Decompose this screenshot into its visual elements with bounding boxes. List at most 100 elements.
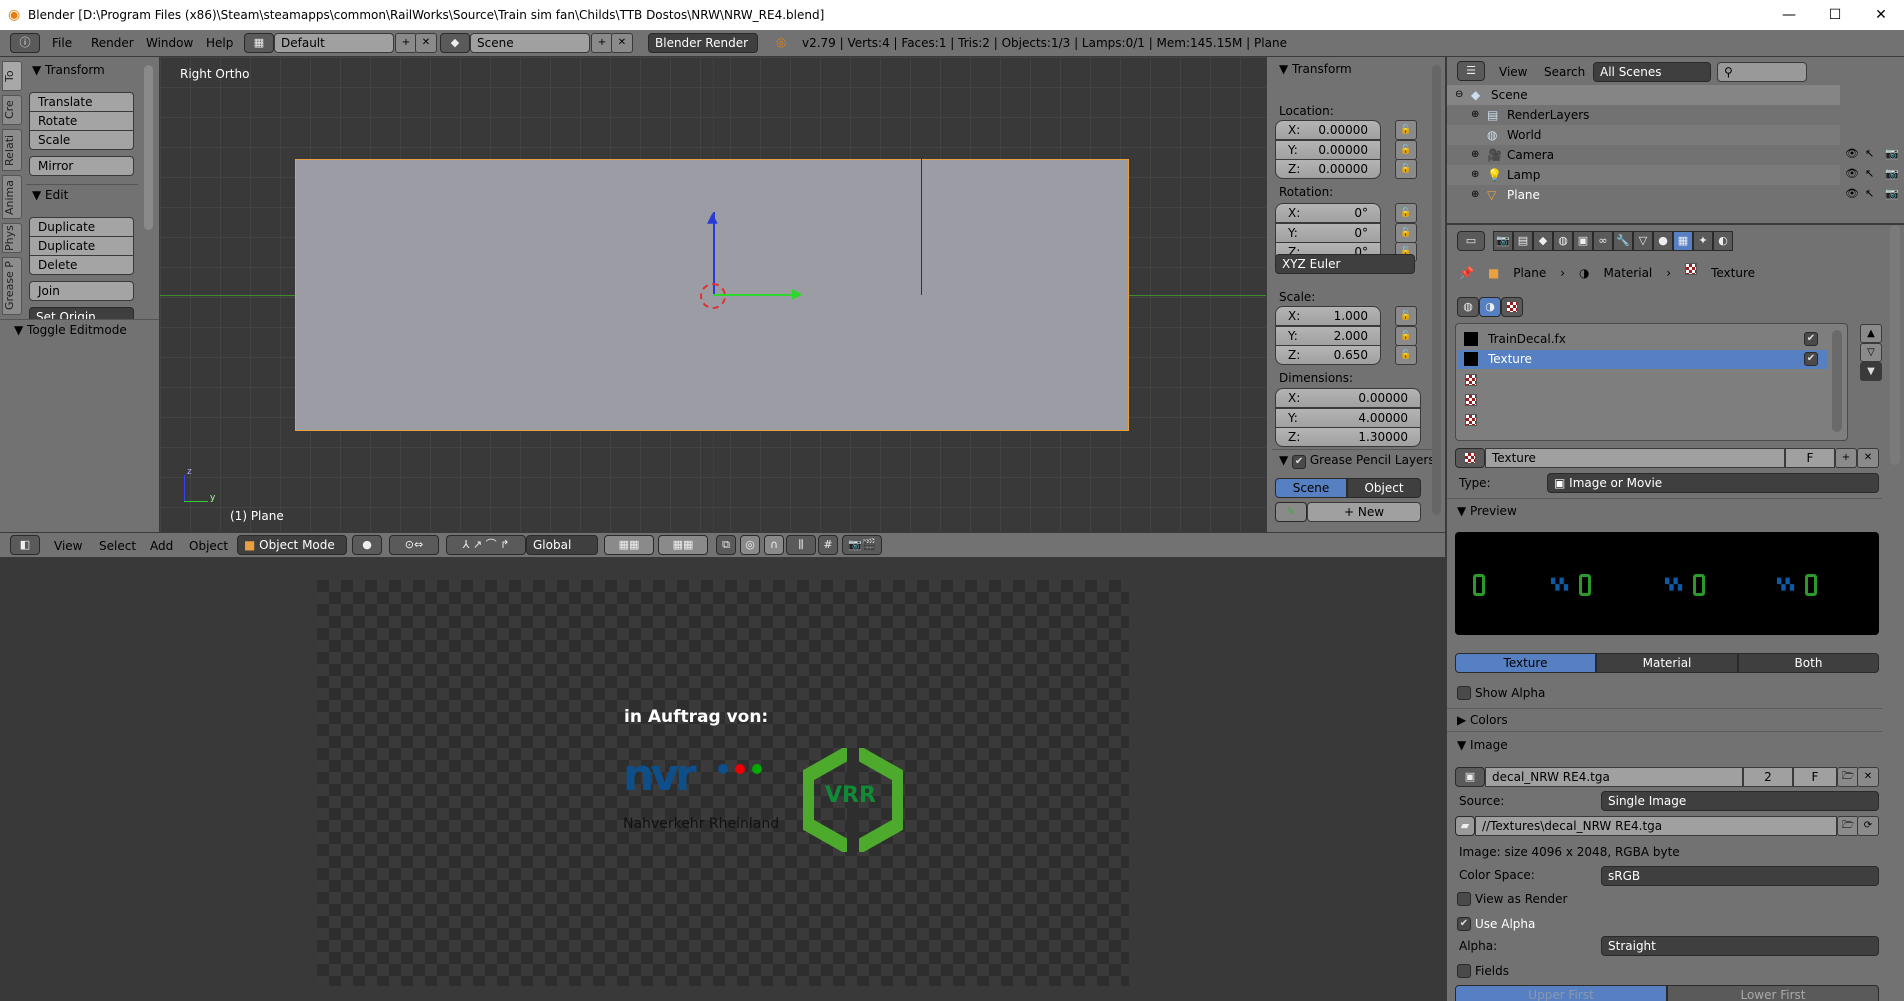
expand-icon[interactable]: ⊕	[1471, 105, 1479, 125]
duplicate-linked-button[interactable]: Duplicate Linked	[29, 236, 134, 271]
screen-layout-icon[interactable]: ▦	[244, 33, 274, 53]
editor-type-info-icon[interactable]: ⓘ	[10, 33, 40, 53]
n-transform-header[interactable]: ▼ Transform	[1279, 59, 1352, 79]
texture-fake-user-button[interactable]: F	[1785, 448, 1835, 468]
slot-specials-button[interactable]: ▼	[1860, 362, 1882, 381]
tool-tab-4[interactable]: Phys	[2, 223, 22, 253]
set-origin-dropdown[interactable]: Set Origin	[29, 307, 134, 319]
properties-tab-object-icon[interactable]: ▣	[1573, 231, 1593, 251]
menu-view[interactable]: View	[54, 533, 82, 559]
material-texture-tab[interactable]: ◑	[1479, 297, 1501, 317]
3d-cursor-icon[interactable]	[700, 283, 726, 309]
tool-tab-2[interactable]: Relati	[2, 129, 22, 171]
properties-tab-constraints-icon[interactable]: ∞	[1593, 231, 1613, 251]
layers-block-1[interactable]: ▦▦	[604, 535, 654, 555]
image-editor[interactable]: in Auftrag von: nvr Nahverkehr Rheinland…	[0, 558, 1445, 1001]
grease-scene-tab[interactable]: Scene	[1275, 478, 1347, 498]
world-texture-tab[interactable]: ◍	[1457, 297, 1479, 317]
preview-both-tab[interactable]: Both	[1738, 653, 1879, 673]
collapse-icon[interactable]: ⊖	[1455, 85, 1463, 105]
tool-shelf-scrollbar[interactable]	[144, 65, 153, 230]
alpha-mode-dropdown[interactable]: Straight	[1601, 936, 1879, 956]
reload-image-icon[interactable]: ⟳	[1857, 816, 1879, 836]
manipulator-icons[interactable]: ⅄ ↗ ⌒ ↱	[446, 535, 526, 555]
location-lock-icon[interactable]: 🔓	[1395, 120, 1417, 140]
pivot-point-icon[interactable]: ⊙⇔	[389, 535, 439, 555]
properties-tab-particles-icon[interactable]: ✦	[1693, 231, 1713, 251]
scene-icon[interactable]: ◆	[440, 33, 470, 53]
outliner-item-renderlayers[interactable]: ⊕ ▤ RenderLayers	[1447, 105, 1840, 125]
mode-dropdown[interactable]: ■ Object Mode	[237, 535, 347, 555]
slot-enabled-checkbox[interactable]: ✔	[1804, 332, 1818, 346]
properties-tab-render-icon[interactable]: 📷	[1493, 231, 1513, 251]
editor-type-outliner-icon[interactable]: ☰	[1457, 61, 1485, 81]
scale-button[interactable]: Scale	[29, 130, 134, 150]
snap-target-icon[interactable]: #	[818, 535, 838, 555]
use-alpha-checkbox[interactable]: ✔	[1457, 917, 1471, 931]
visibility-eye-icon[interactable]: 👁	[1845, 167, 1859, 180]
expand-icon[interactable]: ⊕	[1471, 185, 1479, 205]
translate-button[interactable]: Translate	[29, 92, 134, 112]
menu-window[interactable]: Window	[146, 30, 193, 56]
location-y-field[interactable]: Y: 0.00000	[1275, 139, 1381, 160]
dimensions-z-field[interactable]: Z: 1.30000	[1275, 427, 1421, 447]
rotate-button[interactable]: Rotate	[29, 111, 134, 131]
lock-camera-icon[interactable]: ⧉	[716, 535, 736, 555]
edit-panel-header[interactable]: ▼ Edit	[32, 185, 68, 205]
properties-tab-modifiers-icon[interactable]: 🔧	[1613, 231, 1633, 251]
3d-viewport[interactable]: ▲ ▶ Right Ortho (1) Plane z y	[160, 57, 1266, 532]
dimensions-y-field[interactable]: Y: 4.00000	[1275, 407, 1421, 428]
image-browse-icon[interactable]: ▣	[1455, 767, 1485, 787]
layers-block-2[interactable]: ▦▦	[658, 535, 708, 555]
screen-layout-field[interactable]: Default	[274, 33, 394, 53]
n-panel-scrollbar[interactable]	[1432, 65, 1441, 515]
outliner-item-scene[interactable]: ⊖ ◆ Scene	[1447, 85, 1840, 105]
tool-tab-3[interactable]: Anima	[2, 175, 22, 219]
location-z-field[interactable]: Z: 0.00000	[1275, 159, 1381, 179]
empty-slot-icon[interactable]	[1465, 414, 1477, 426]
image-users-count[interactable]: 2	[1743, 767, 1793, 787]
texture-slot-texture[interactable]: Texture ✔	[1458, 350, 1828, 369]
snap-element-icon[interactable]: ⫼	[786, 535, 816, 555]
fields-checkbox[interactable]	[1457, 964, 1471, 978]
rotation-x-field[interactable]: X: 0°	[1275, 203, 1381, 223]
lower-first-button[interactable]: Lower First	[1667, 985, 1879, 1001]
scale-lock-icon[interactable]: 🔓	[1395, 306, 1417, 326]
tool-tab-0[interactable]: To	[2, 61, 22, 91]
location-x-field[interactable]: X: 0.00000	[1275, 120, 1381, 140]
renderability-camera-icon[interactable]: 📷	[1885, 187, 1899, 200]
duplicate-button[interactable]: Duplicate	[29, 217, 134, 237]
scale-lock-icon[interactable]: 🔓	[1395, 345, 1417, 365]
scale-x-field[interactable]: X: 1.000	[1275, 306, 1381, 326]
selectability-cursor-icon[interactable]: ↖	[1865, 167, 1874, 180]
location-lock-icon[interactable]: 🔓	[1395, 159, 1417, 179]
outliner-menu-view[interactable]: View	[1499, 59, 1527, 85]
new-texture-button[interactable]: +	[1835, 448, 1857, 468]
proportional-edit-icon[interactable]: ◎	[740, 535, 760, 555]
outliner-search-input[interactable]: ⚲	[1717, 62, 1807, 82]
properties-tab-material-icon[interactable]: ●	[1653, 231, 1673, 251]
rotation-y-field[interactable]: Y: 0°	[1275, 222, 1381, 243]
slot-enabled-checkbox[interactable]: ✔	[1804, 352, 1818, 366]
pack-image-icon[interactable]: ▰	[1455, 816, 1475, 836]
scale-z-field[interactable]: Z: 0.650	[1275, 345, 1381, 365]
properties-tab-data-icon[interactable]: ▽	[1633, 231, 1653, 251]
image-name-field[interactable]: decal_NRW RE4.tga	[1485, 767, 1743, 787]
maximize-button[interactable]: ☐	[1812, 0, 1858, 30]
visibility-eye-icon[interactable]: 👁	[1845, 147, 1859, 160]
image-panel-header[interactable]: ▼ Image	[1457, 735, 1508, 755]
scale-y-field[interactable]: Y: 2.000	[1275, 325, 1381, 346]
visibility-eye-icon[interactable]: 👁	[1845, 187, 1859, 200]
menu-file[interactable]: File	[52, 30, 72, 56]
viewport-shading-icon[interactable]: ●	[352, 535, 382, 555]
texture-slot-traindecal[interactable]: TrainDecal.fx ✔	[1458, 330, 1828, 349]
editor-type-3dview-icon[interactable]: ◧	[10, 535, 40, 555]
join-button[interactable]: Join	[29, 281, 134, 301]
renderability-camera-icon[interactable]: 📷	[1885, 167, 1899, 180]
mirror-button[interactable]: Mirror	[29, 156, 134, 176]
editor-type-properties-icon[interactable]: ▭	[1457, 231, 1485, 251]
empty-slot-icon[interactable]	[1465, 394, 1477, 406]
rotation-lock-icon[interactable]: 🔓	[1395, 222, 1417, 243]
scene-field[interactable]: Scene	[470, 33, 590, 53]
texture-browse-icon[interactable]	[1455, 448, 1485, 468]
